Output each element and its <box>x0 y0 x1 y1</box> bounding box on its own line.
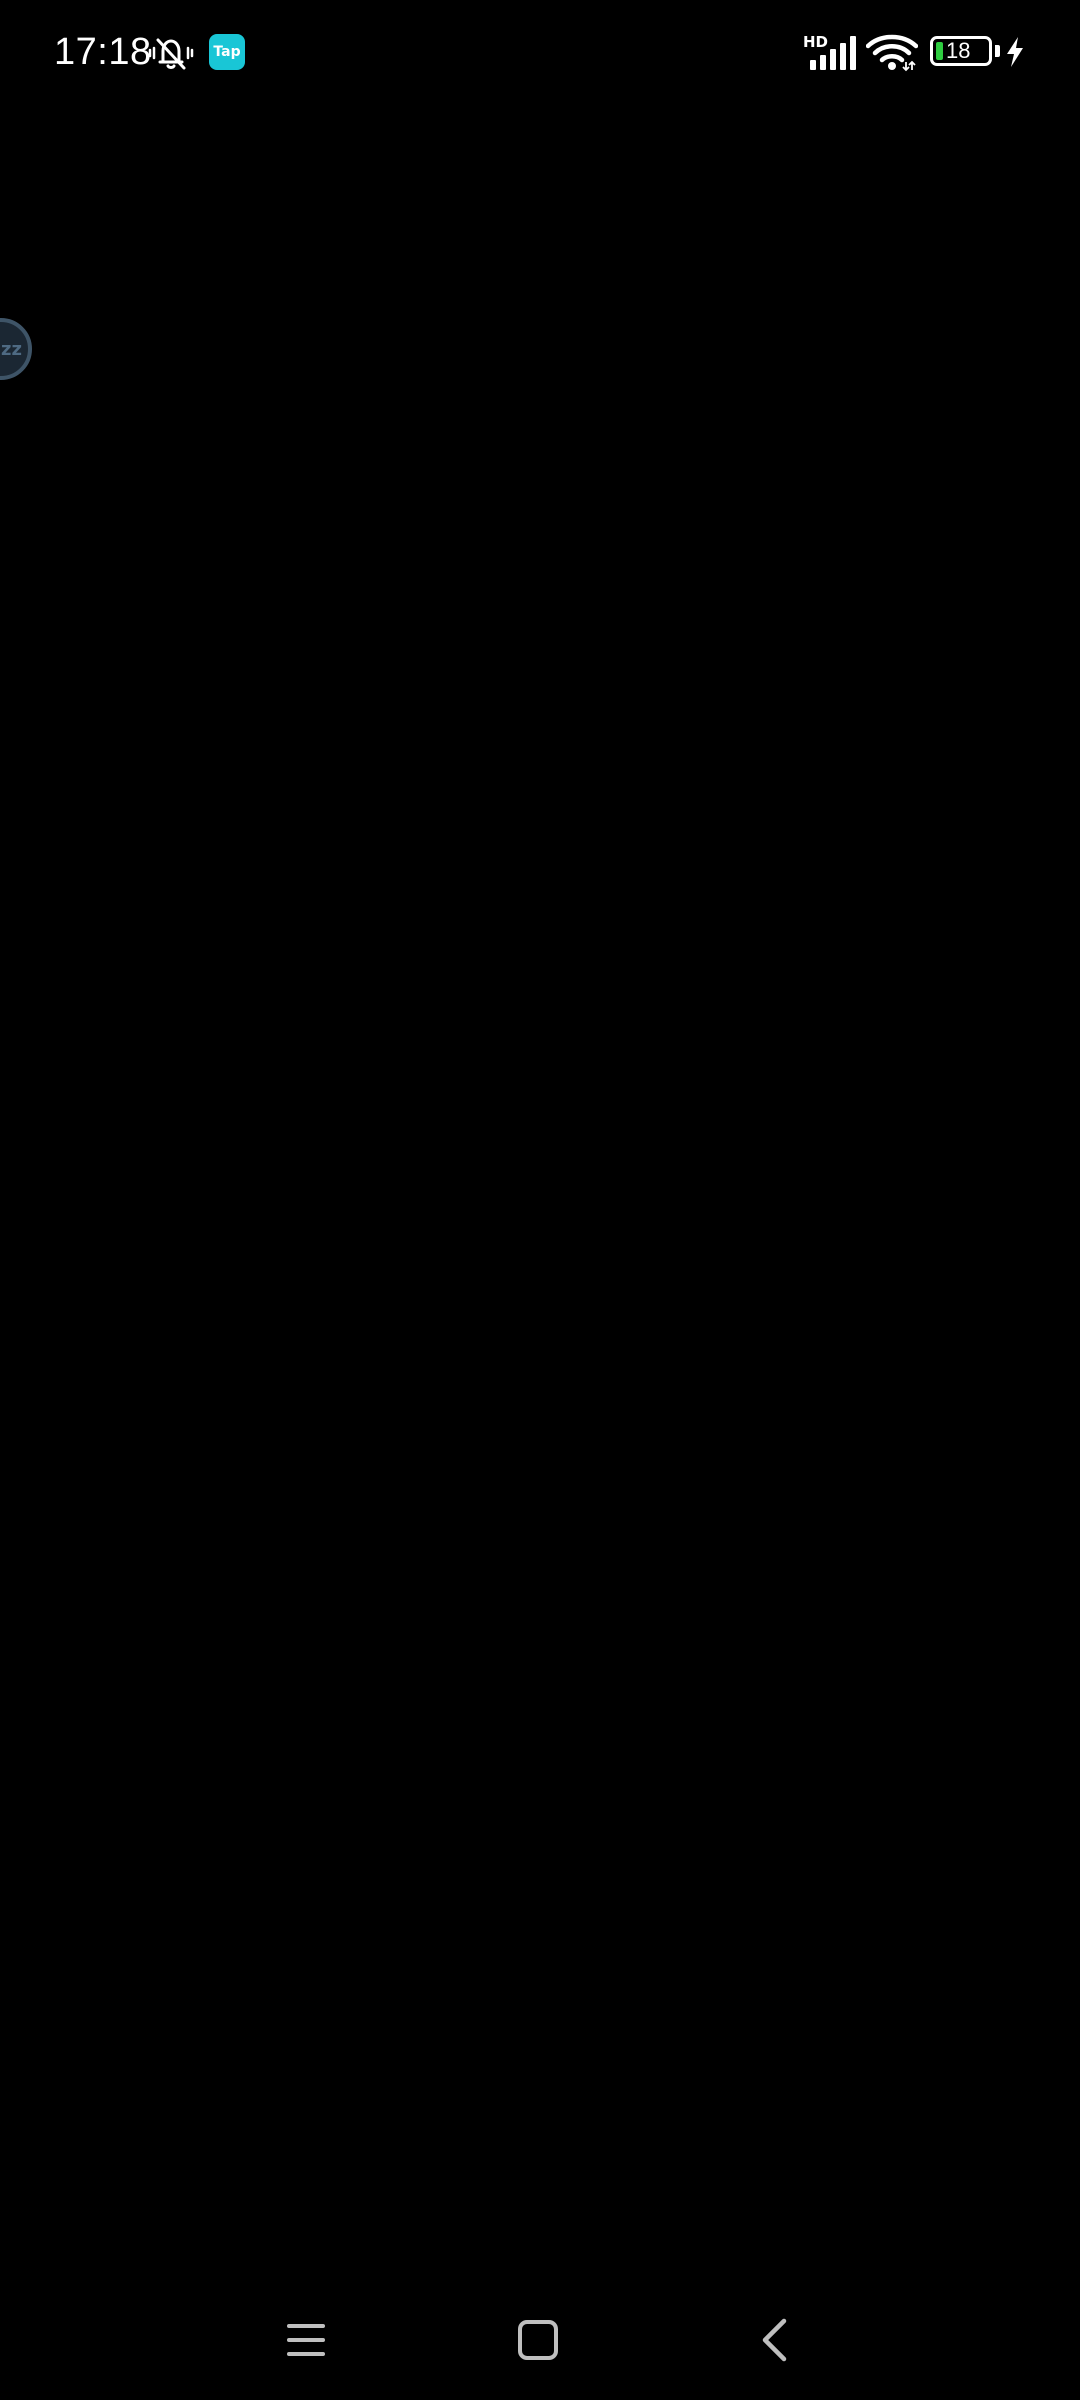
home-square-icon <box>518 2320 558 2360</box>
bell-off-vibrate-icon <box>148 38 194 70</box>
battery-indicator: 18 <box>930 36 992 66</box>
screen: 17:18 Tap HD 18 zz <box>0 0 1080 2400</box>
floating-assistant-bubble[interactable]: zz <box>0 318 32 380</box>
tap-app-icon: Tap <box>209 34 245 70</box>
lightning-bolt-icon <box>1007 37 1023 67</box>
navigation-bar <box>0 2280 1080 2400</box>
home-button[interactable] <box>508 2310 568 2370</box>
battery-fill <box>936 42 943 60</box>
battery-level: 18 <box>946 38 971 63</box>
cellular-signal-icon <box>810 36 856 70</box>
recent-apps-button[interactable] <box>276 2310 336 2370</box>
menu-icon <box>287 2324 325 2356</box>
wifi-icon <box>866 34 918 72</box>
battery-cap <box>995 45 1000 57</box>
status-time: 17:18 <box>54 31 152 73</box>
back-button[interactable] <box>744 2310 804 2370</box>
status-bar: 17:18 Tap HD 18 <box>0 0 1080 104</box>
back-chevron-icon <box>762 2318 787 2362</box>
